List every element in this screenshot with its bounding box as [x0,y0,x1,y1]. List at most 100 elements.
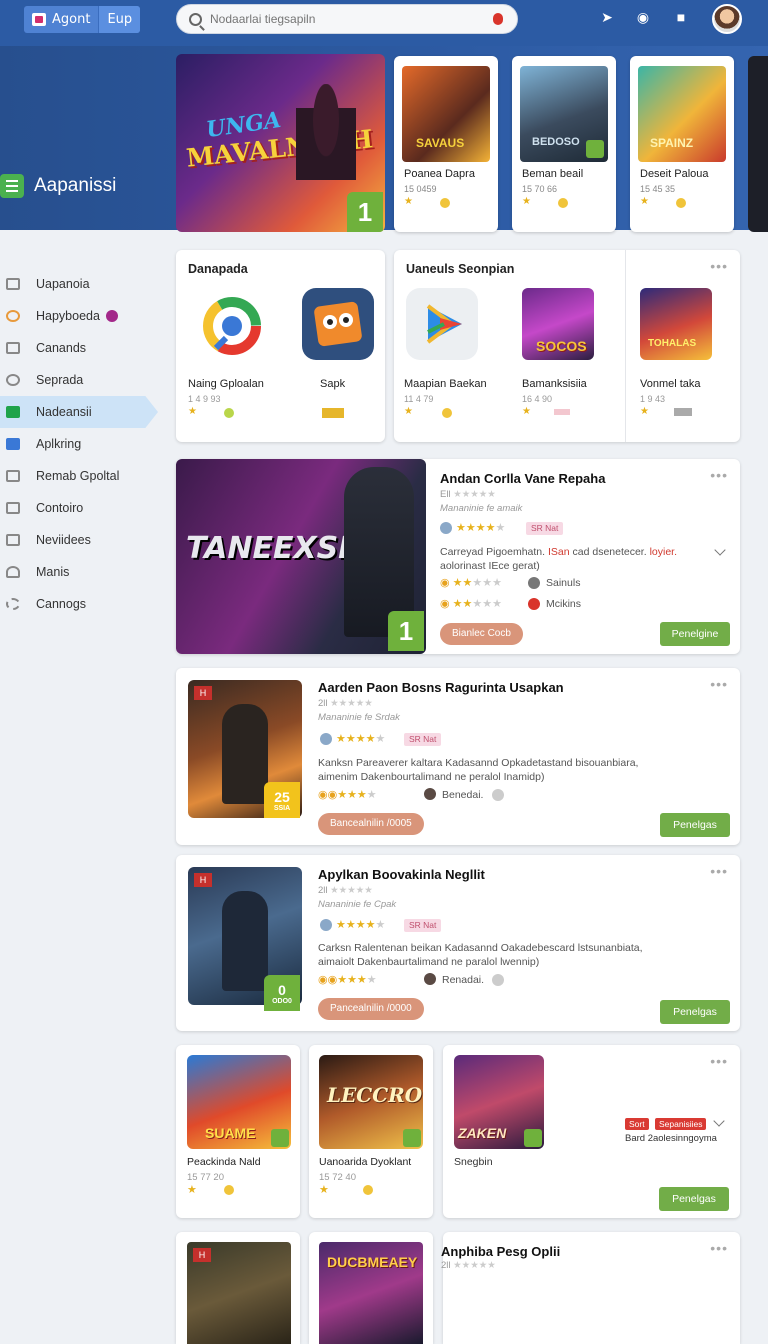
rating-stars: ◉◉★★★★ [318,974,377,986]
app-name: Vonmel taka [640,378,701,390]
hero-card-art: BEDOSO [520,66,608,162]
more-icon[interactable]: ••• [710,1240,728,1256]
hero-card-size: 15 45 35 [640,184,676,194]
hero-card[interactable]: BEDOSO Beman beail 15 70 66 ★ [512,56,616,232]
avatar-icon [440,522,452,534]
app-name: Sapk [320,378,346,390]
folder-icon [6,342,20,354]
info-chip[interactable]: Bianlec Cocb [440,623,523,645]
list-item[interactable]: H 25 SSIA Aarden Paon Bosns Ragurinta Usa… [176,668,740,845]
notification-icon[interactable]: ◉ [634,8,652,26]
list-description: Kanksn Pareaverer kaltara Kadasannd Opka… [318,757,639,783]
tag-icon [554,409,570,415]
app-logo[interactable]: Agont Eup [24,6,141,33]
wallet-icon[interactable]: ■ [672,8,690,26]
chrome-icon [196,290,268,362]
list-item-featured[interactable]: TANEEXSIA 1 Andan Corlla Vane Repaha •••… [176,459,740,654]
list-meta-sub: Mananinie fe amaik [440,503,523,514]
avatar-icon [320,919,332,931]
sidebar-item[interactable]: Hapyboeda [0,300,170,332]
game-art: SUAME [187,1055,291,1149]
microphone-icon[interactable] [493,13,503,25]
sidebar-item[interactable]: Contoiro [0,492,170,524]
app-card[interactable]: DUCBMEAEY [309,1232,433,1344]
apps-icon [6,406,20,418]
get-button[interactable]: Penelgas [659,1187,729,1211]
hero-card[interactable]: SAVAUS Poanea Dapra 15 0459 ★ [394,56,498,232]
sale-tag: Sort [625,1118,649,1130]
sidebar-item[interactable]: Aplkring [0,428,170,460]
section-card-danapada: Danapada Naing Gploalan 1 4 9 93 ★ Sapk [176,250,385,442]
get-button[interactable]: Penelgine [660,622,730,646]
app-card-wide[interactable]: ZAKEN ••• Snegbin Sort Sepanisiies Bard … [443,1045,740,1218]
app-size: 1 9 43 [640,394,666,404]
app-name: Maapian Baekan [404,378,487,390]
game-art: LECCRO [319,1055,423,1149]
star-icon: ★ [404,406,413,417]
info-chip[interactable]: Bancealnilin /0005 [318,813,424,835]
tag-icon [674,408,692,416]
rating-stars: ◉ ★★★★★ [440,598,502,610]
section-card-uaneuls: Uaneuls Seonpian ••• Maapian Baekan 11 4… [394,250,740,442]
banner-character [296,84,356,204]
featured-banner[interactable]: UNGA MAVALNADH 1 [176,54,385,232]
menu-icon[interactable] [0,174,24,198]
app-card[interactable]: LECCRO Uanoarida Dyoklant 15 72 40 ★ [309,1045,433,1218]
coin-icon [363,1185,373,1195]
app-card[interactable]: SUAME Peackinda Nald 15 77 20 ★ [176,1045,300,1218]
list-description: Carreyad Pigoemhatn. ISan cad dsenetecer… [440,546,678,572]
hero-card-size: 15 0459 [404,184,437,194]
sale-tag: Sepanisiies [655,1118,707,1130]
sidebar-item[interactable]: Canands [0,332,170,364]
sidebar-item[interactable]: Manis [0,556,170,588]
app-card[interactable]: H [176,1232,300,1344]
video-icon [6,534,20,546]
hero-next-card[interactable] [748,56,768,232]
info-chip[interactable]: Pancealnilin /0000 [318,998,424,1020]
user-icon [424,788,436,800]
hero-card[interactable]: SPAINZ Deseit Paloua 15 45 35 ★ [630,56,734,232]
document-icon [6,470,20,482]
price-tag [322,408,344,418]
logo-right[interactable]: Eup [98,6,141,33]
list-item[interactable]: H 0 ODO0 Apylkan Boovakinla Negllit ••• 2… [176,855,740,1031]
sidebar-item[interactable]: Uapanoia [0,268,170,300]
hero-card-art: SPAINZ [638,66,726,162]
share-icon[interactable]: ➤ [598,8,616,26]
more-icon[interactable]: ••• [710,676,728,692]
star-icon: ★ [522,196,531,207]
list-item[interactable]: Anphiba Pesg Oplii ••• 2ll ★★★★★ [441,1232,740,1344]
more-icon[interactable]: ••• [710,467,728,483]
star-icon: ★ [640,196,649,207]
list-title: Andan Corlla Vane Repaha [440,471,606,486]
category-tag: SR Nat [404,733,442,746]
card-divider [625,250,626,442]
play-store-icon [406,288,478,360]
sidebar-item[interactable]: Seprada [0,364,170,396]
sidebar-item[interactable]: Remab Gpoltal [0,460,170,492]
row-label: Renadai. [442,974,485,986]
star-icon: ★ [404,196,413,207]
list-title: Aarden Paon Bosns Ragurinta Usapkan [318,680,564,695]
expand-chevron-icon[interactable] [714,544,726,556]
star-icon: ★ [640,406,649,417]
user-icon [528,577,540,589]
more-icon[interactable]: ••• [710,863,728,879]
expand-chevron-icon[interactable] [713,1115,725,1127]
get-button[interactable]: Penelgas [660,813,730,837]
get-button[interactable]: Penelgas [660,1000,730,1024]
avatar[interactable] [712,4,742,34]
sidebar-item[interactable]: Cannogs [0,588,170,620]
sidebar-item-active[interactable]: Nadeansii [0,396,158,428]
sidebar-item[interactable]: Neviidees [0,524,170,556]
logo-left[interactable]: Agont [24,6,98,33]
list-meta: 2ll ★★★★★ [441,1260,496,1271]
hero-title-text: Aapanissi [34,175,117,196]
list-meta: Ell ★★★★★ [440,489,496,500]
search-bar[interactable] [176,4,518,34]
more-icon[interactable]: ••• [710,1053,728,1069]
coin-icon [558,198,568,208]
row-label: Sainuls [546,577,581,589]
more-icon[interactable]: ••• [710,258,728,274]
search-input[interactable] [210,12,480,26]
